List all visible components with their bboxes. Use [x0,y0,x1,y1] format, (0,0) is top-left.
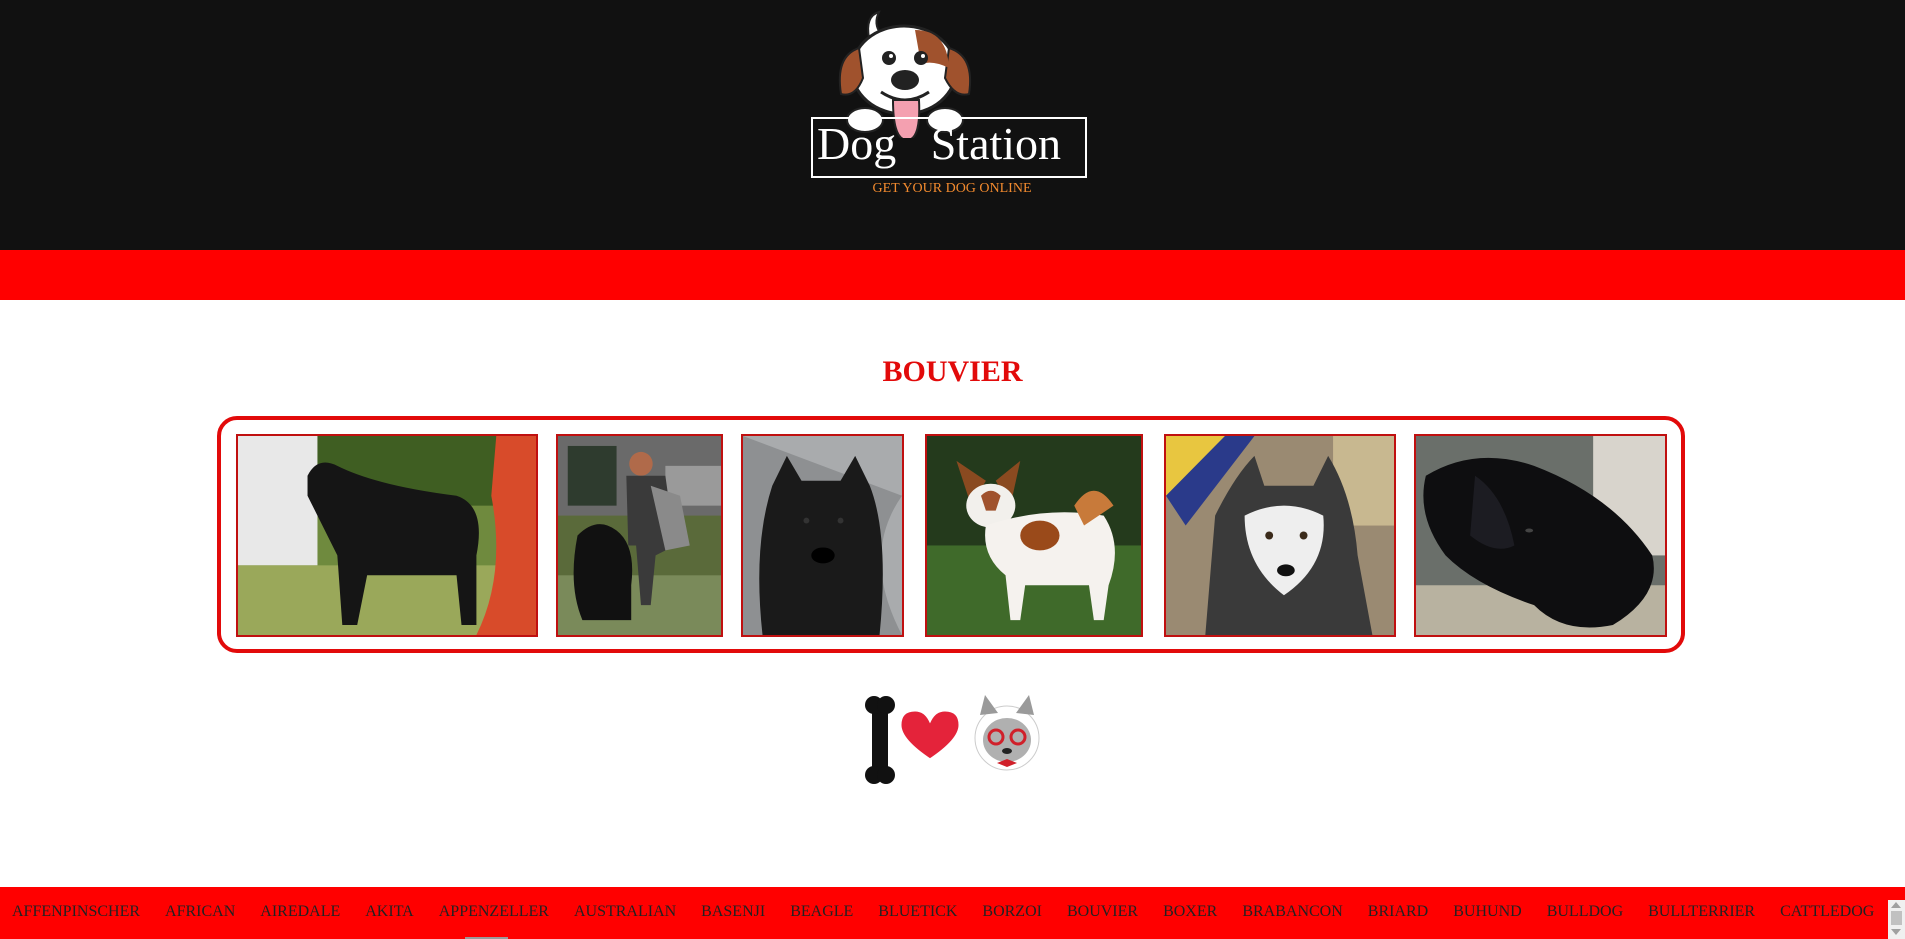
photo-gallery [217,416,1685,653]
breed-link-borzoi[interactable]: BORZOI [982,903,1042,921]
breed-link-list: AFFENPINSCHER AFRICAN AIREDALE AKITA APP… [12,903,1899,921]
breed-link-appenzeller[interactable]: APPENZELLER [439,903,549,921]
breed-link-briard[interactable]: BRIARD [1368,903,1428,921]
breed-link-australian[interactable]: AUSTRALIAN [574,903,676,921]
nav-band [0,250,1905,300]
dog-photo-image [927,436,1141,635]
dog-photo-image [1166,436,1394,635]
scroll-down-icon[interactable] [1891,929,1901,935]
breed-link-bluetick[interactable]: BLUETICK [878,903,957,921]
gallery-photo[interactable] [236,434,538,637]
page-title: BOUVIER [882,355,1023,388]
gallery-photo[interactable] [1164,434,1396,637]
scroll-up-icon[interactable] [1891,902,1901,908]
dog-photo-image [238,436,536,635]
dog-photo-image [1416,436,1665,635]
breed-link-buhund[interactable]: BUHUND [1453,903,1521,921]
site-header: Dog Station GET YOUR DOG ONLINE [0,0,1905,250]
breed-link-boxer[interactable]: BOXER [1163,903,1217,921]
breed-link-affenpinscher[interactable]: AFFENPINSCHER [12,903,140,921]
breed-link-african[interactable]: AFRICAN [165,903,235,921]
tagline: GET YOUR DOG ONLINE [872,181,1032,196]
gallery-photo[interactable] [1414,434,1667,637]
logo-text: Dog Station [817,118,1062,169]
dog-photo-image [558,436,721,635]
breed-link-akita[interactable]: AKITA [365,903,413,921]
breed-link-basenji[interactable]: BASENJI [701,903,765,921]
i-love-dogs-icon [865,695,1040,784]
breed-link-airedale[interactable]: AIREDALE [260,903,340,921]
dog-photo-image [743,436,902,635]
breed-link-beagle[interactable]: BEAGLE [790,903,853,921]
logo-text-box: Dog Station [811,117,1087,178]
gallery-photo[interactable] [925,434,1143,637]
breed-link-brabancon[interactable]: BRABANCON [1242,903,1342,921]
site-logo[interactable]: Dog Station GET YOUR DOG ONLINE [811,8,1093,208]
breed-footer: AFFENPINSCHER AFRICAN AIREDALE AKITA APP… [0,887,1905,939]
breed-link-bulldog[interactable]: BULLDOG [1547,903,1623,921]
vertical-scrollbar[interactable] [1888,900,1905,939]
gallery-photo[interactable] [741,434,904,637]
breed-link-cattledog[interactable]: CATTLEDOG [1780,903,1874,921]
breed-link-bouvier[interactable]: BOUVIER [1067,903,1138,921]
scroll-thumb[interactable] [1891,911,1902,925]
gallery-photo[interactable] [556,434,723,637]
breed-link-bullterrier[interactable]: BULLTERRIER [1648,903,1755,921]
